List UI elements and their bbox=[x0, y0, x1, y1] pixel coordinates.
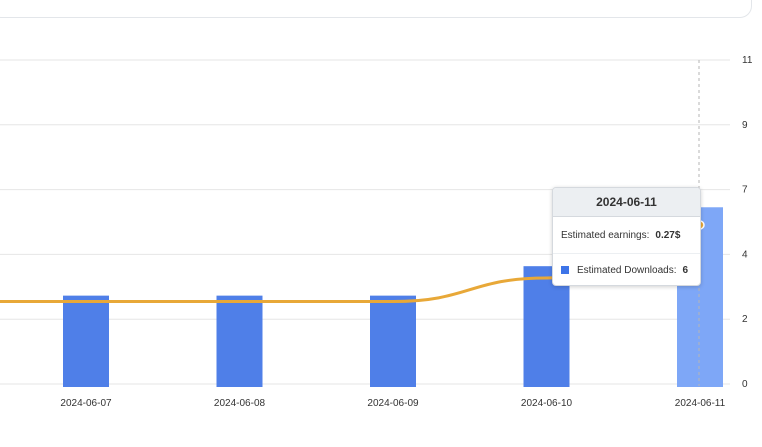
y-tick-label: 4 bbox=[742, 249, 748, 260]
downloads-bar[interactable] bbox=[216, 295, 263, 387]
y-tick-label: 7 bbox=[742, 185, 748, 196]
x-tick-label: 2024-06-11 bbox=[675, 398, 726, 409]
tooltip-title: 2024-06-11 bbox=[553, 188, 700, 217]
tooltip-earnings-row: Estimated earnings: 0.27$ bbox=[553, 217, 700, 253]
x-tick-label: 2024-06-09 bbox=[367, 398, 419, 409]
y-tick-label: 11 bbox=[742, 55, 753, 66]
x-tick-label: 2024-06-10 bbox=[521, 398, 573, 409]
y-tick-label: 9 bbox=[742, 120, 748, 131]
y-tick-label: 2 bbox=[742, 314, 748, 325]
y-axis-ticks: 0 2 4 7 9 11 bbox=[742, 55, 753, 390]
downloads-bar[interactable] bbox=[63, 295, 109, 387]
x-tick-label: 2024-06-08 bbox=[214, 398, 266, 409]
x-axis-ticks: 2024-06-07 2024-06-08 2024-06-09 2024-06-10… bbox=[60, 398, 725, 409]
downloads-bar[interactable] bbox=[370, 295, 416, 387]
tooltip-earnings-label: Estimated earnings: bbox=[561, 229, 650, 241]
downloads-legend-swatch bbox=[561, 266, 569, 274]
y-tick-label: 0 bbox=[742, 379, 748, 390]
tooltip-earnings-value: 0.27$ bbox=[655, 229, 681, 241]
tooltip-downloads-label: Estimated Downloads: bbox=[577, 264, 677, 276]
x-tick-label: 2024-06-07 bbox=[60, 398, 112, 409]
tooltip-downloads-value: 6 bbox=[682, 264, 689, 276]
chart-tooltip: 2024-06-11 Estimated earnings: 0.27$ Est… bbox=[552, 187, 701, 286]
tooltip-downloads-row: Estimated Downloads: 6 bbox=[553, 253, 700, 285]
